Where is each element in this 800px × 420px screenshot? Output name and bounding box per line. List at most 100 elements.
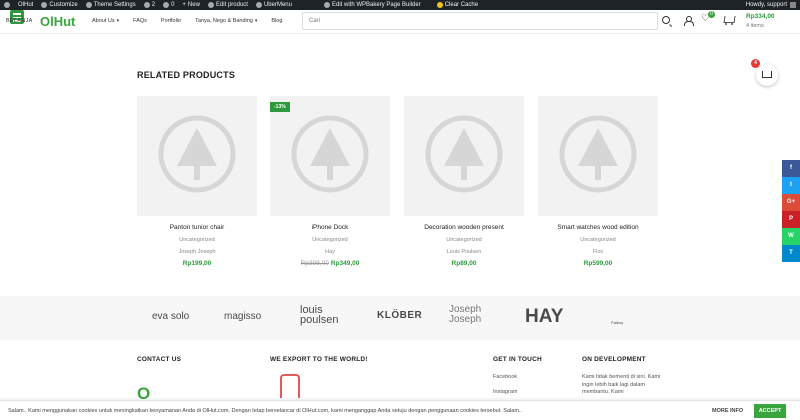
admin-wpbakery[interactable]: Edit with WPBakery Page Builder bbox=[323, 2, 421, 8]
product-brand[interactable]: Flos bbox=[538, 249, 658, 255]
cart-icon[interactable] bbox=[722, 14, 736, 26]
product-category[interactable]: Uncategorized bbox=[404, 237, 524, 243]
product-brand[interactable]: Hay bbox=[270, 249, 390, 255]
cache-icon bbox=[436, 2, 443, 8]
footer-contact-title: CONTACT US bbox=[137, 356, 182, 363]
product-category[interactable]: Uncategorized bbox=[538, 237, 658, 243]
share-pinterest-button[interactable]: P bbox=[782, 211, 800, 228]
share-twitter-button[interactable]: t bbox=[782, 177, 800, 194]
product-name[interactable]: iPhone Dock bbox=[270, 224, 390, 231]
wishlist-badge: 0 bbox=[708, 11, 715, 18]
admin-edit-product[interactable]: Edit product bbox=[207, 2, 248, 8]
chevron-down-icon: ▾ bbox=[116, 18, 120, 24]
nav-portfolio[interactable]: Portfolio bbox=[161, 18, 181, 24]
admin-wp-logo[interactable] bbox=[4, 2, 10, 8]
product-price: Rp398,00 Rp349,00 bbox=[300, 260, 360, 267]
site-header: BELANJA OlHut About Us ▾ FAQs Portfolio T… bbox=[0, 10, 800, 34]
product-image[interactable] bbox=[137, 96, 257, 216]
admin-site-name[interactable]: OlHut bbox=[18, 2, 33, 8]
user-icon[interactable] bbox=[684, 16, 694, 26]
product-price: Rp599,00 bbox=[583, 260, 613, 267]
cookie-message: Salam.. Kami menggunakan cookies untuk m… bbox=[8, 408, 522, 414]
product-old-price: Rp398,00 bbox=[300, 260, 329, 267]
product-card[interactable]: Smart watches wood edition Uncategorized… bbox=[538, 96, 658, 267]
comment-icon bbox=[163, 2, 170, 8]
placeholder-tree-icon bbox=[425, 115, 503, 193]
settings-icon bbox=[85, 2, 92, 8]
footer-dev-text: Kami tidak berhenti di sini. Kami ingin … bbox=[582, 374, 661, 395]
pencil-icon bbox=[207, 2, 214, 8]
brand-logo[interactable]: magisso bbox=[224, 311, 261, 322]
avatar bbox=[790, 2, 796, 8]
menu-icon bbox=[255, 2, 262, 8]
placeholder-tree-icon bbox=[158, 115, 236, 193]
placeholder-tree-icon bbox=[559, 115, 637, 193]
product-brand[interactable]: Louis Poulsen bbox=[404, 249, 524, 255]
nav-faqs[interactable]: FAQs bbox=[133, 18, 147, 24]
footer-dev-title: ON DEVELOPMENT bbox=[582, 356, 646, 363]
brand-strip: eva solo magisso louis poulsen KLÖBER Jo… bbox=[0, 296, 800, 340]
floating-cart-badge: 4 bbox=[751, 59, 760, 68]
search-input[interactable]: Cari bbox=[302, 12, 658, 30]
site-logo[interactable]: OlHut bbox=[40, 14, 75, 29]
admin-ubermenu[interactable]: UberMenu bbox=[255, 2, 292, 8]
nav-tanya-nego[interactable]: Tanya, Nego & Banding ▾ bbox=[195, 18, 257, 24]
product-image[interactable] bbox=[538, 96, 658, 216]
related-products-title: RELATED PRODUCTS bbox=[137, 70, 236, 80]
nav-about-us[interactable]: About Us ▾ bbox=[92, 18, 119, 24]
share-telegram-button[interactable]: T bbox=[782, 245, 800, 262]
placeholder-tree-icon bbox=[291, 115, 369, 193]
product-category[interactable]: Uncategorized bbox=[270, 237, 390, 243]
refresh-icon bbox=[143, 2, 150, 8]
footer-link-facebook[interactable]: Facebook bbox=[493, 374, 517, 380]
admin-customize[interactable]: Customize bbox=[41, 2, 78, 8]
admin-new[interactable]: + New bbox=[182, 2, 200, 8]
share-whatsapp-button[interactable]: W bbox=[782, 228, 800, 245]
cart-item-count: 4 items bbox=[746, 23, 764, 29]
product-image[interactable] bbox=[404, 96, 524, 216]
product-name[interactable]: Panton tunior chair bbox=[137, 224, 257, 231]
product-card[interactable]: Panton tunior chair Uncategorized Joseph… bbox=[137, 96, 257, 267]
cookie-bar: Salam.. Kami menggunakan cookies untuk m… bbox=[0, 400, 800, 420]
brand-logo[interactable]: HAY bbox=[525, 306, 563, 328]
share-googleplus-button[interactable]: G+ bbox=[782, 194, 800, 211]
admin-updates[interactable]: 2 bbox=[143, 2, 155, 8]
product-category[interactable]: Uncategorized bbox=[137, 237, 257, 243]
product-card[interactable]: -13% iPhone Dock Uncategorized Hay Rp398… bbox=[270, 96, 390, 267]
chevron-down-icon: ▾ bbox=[254, 18, 258, 24]
plus-icon: + bbox=[182, 2, 186, 8]
belanja-label[interactable]: BELANJA bbox=[6, 18, 33, 24]
chair-illustration-icon bbox=[280, 374, 300, 398]
admin-comments[interactable]: 0 bbox=[163, 2, 174, 8]
brand-logo[interactable]: louis poulsen bbox=[300, 305, 354, 326]
more-info-link[interactable]: MORE INFO bbox=[712, 408, 743, 414]
product-price: Rp89,00 bbox=[451, 260, 477, 267]
product-name[interactable]: Decoration wooden present bbox=[404, 224, 524, 231]
footer-link-instagram[interactable]: Instagram bbox=[493, 389, 517, 395]
cart-total[interactable]: Rp334,00 bbox=[746, 13, 775, 20]
search-icon[interactable] bbox=[662, 16, 670, 24]
brand-logo[interactable]: Joseph Joseph bbox=[449, 305, 495, 325]
nav-blog[interactable]: Blog bbox=[271, 18, 282, 24]
product-card[interactable]: Decoration wooden present Uncategorized … bbox=[404, 96, 524, 267]
accept-cookies-button[interactable]: ACCEPT bbox=[754, 404, 786, 418]
share-facebook-button[interactable]: f bbox=[782, 160, 800, 177]
brand-logo[interactable]: KLÖBER bbox=[377, 310, 422, 321]
admin-theme-settings[interactable]: Theme Settings bbox=[85, 2, 136, 8]
product-brand[interactable]: Joseph Joseph bbox=[137, 249, 257, 255]
hamburger-line bbox=[13, 13, 21, 15]
admin-bar: OlHut Customize Theme Settings 2 0 + New … bbox=[0, 0, 800, 10]
admin-clear-cache[interactable]: Clear Cache bbox=[436, 2, 478, 8]
brand-logo[interactable]: Fatboy bbox=[611, 320, 623, 325]
product-price: Rp199,00 bbox=[182, 260, 212, 267]
sale-badge: -13% bbox=[270, 102, 290, 112]
wordpress-icon bbox=[4, 2, 10, 8]
floating-cart-button[interactable] bbox=[756, 64, 778, 86]
product-image[interactable]: -13% bbox=[270, 96, 390, 216]
brand-logo[interactable]: eva solo bbox=[152, 311, 189, 322]
cart-icon bbox=[762, 71, 772, 78]
admin-user[interactable]: Howdy, support bbox=[746, 0, 796, 10]
footer-touch-title: GET IN TOUCH bbox=[493, 356, 542, 363]
wpbakery-icon bbox=[323, 2, 330, 8]
product-name[interactable]: Smart watches wood edition bbox=[538, 224, 658, 231]
